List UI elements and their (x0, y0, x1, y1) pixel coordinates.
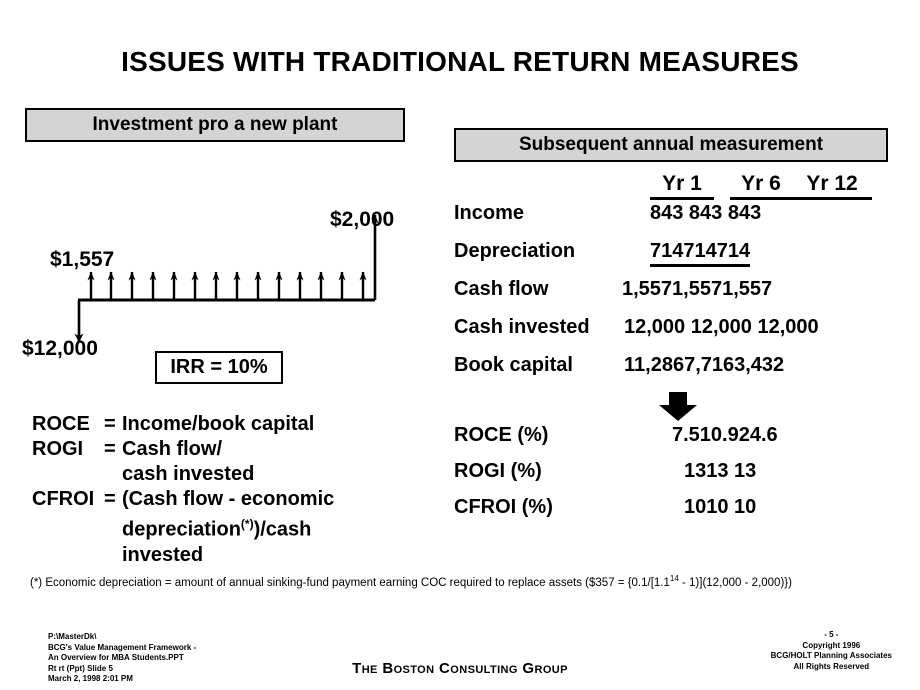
row-label-cash-invested: Cash invested (454, 316, 590, 338)
row-values-book-capital: 11,2867,7163,432 (624, 354, 785, 376)
table-row: Book capital 11,2867,7163,432 (454, 354, 904, 392)
measurement-table: Yr 1 Yr 6 Yr 12 Income 843 843 843 Depre… (454, 172, 904, 532)
row-values-depreciation: 714714714 (650, 240, 751, 267)
definition-text-rogi: Cash flow/ (122, 438, 223, 460)
definition-text-cfroi-line2: depreciation(*))/cash (122, 517, 312, 541)
row-label-roce: ROCE (%) (454, 424, 549, 446)
column-header-yr1: Yr 1 (650, 172, 714, 200)
inflow-arrows (87, 271, 367, 300)
row-label-income: Income (454, 202, 525, 224)
table-column-header-row: Yr 1 Yr 6 Yr 12 (454, 172, 904, 202)
row-label-book-capital: Book capital (454, 354, 573, 376)
footer-left-line: BCG's Value Management Framework - (48, 642, 197, 652)
footnote-prefix: (*) Economic depreciation = amount of an… (30, 576, 670, 589)
column-header-yr12: Yr 12 (792, 172, 872, 200)
definition-term-roce: ROCE (32, 413, 90, 435)
slide-canvas: ISSUES WITH TRADITIONAL RETURN MEASURES … (0, 0, 920, 690)
bcg-wordmark: The Boston Consulting Group (352, 660, 568, 677)
definition-row-rogi: ROGI = Cash flow/ (32, 437, 432, 462)
definition-text-rogi-line2: cash invested (122, 463, 255, 485)
table-row: CFROI (%) 1010 10 (454, 496, 904, 532)
left-panel-banner: Investment pro a new plant (25, 108, 405, 142)
footnote-suffix: - 1)](12,000 - 2,000)}) (678, 576, 792, 589)
footer-left-line: P:\MasterDk\ (48, 632, 97, 641)
row-values-income: 843 843 843 (650, 202, 762, 224)
row-label-rogi: ROGI (%) (454, 460, 542, 482)
table-row: Income 843 843 843 (454, 202, 904, 240)
table-row: Cash invested 12,000 12,000 12,000 (454, 316, 904, 354)
table-row: ROGI (%) 1313 13 (454, 460, 904, 496)
definition-text-cfroi: (Cash flow - economic (122, 488, 335, 510)
table-row: Depreciation 714714714 (454, 240, 904, 278)
right-panel-banner: Subsequent annual measurement (454, 128, 888, 162)
definition-row-cfroi: CFROI = (Cash flow - economic (32, 487, 432, 512)
return-measure-definitions: ROCE = Income/book capital ROGI = Cash f… (32, 412, 432, 568)
row-label-cfroi: CFROI (%) (454, 496, 553, 518)
table-row: ROCE (%) 7.510.924.6 (454, 424, 904, 460)
row-values-cash-flow: 1,5571,5571,557 (622, 278, 773, 300)
terminal-value-label: $2,000 (330, 208, 395, 231)
page-title: ISSUES WITH TRADITIONAL RETURN MEASURES (121, 46, 799, 77)
left-panel-banner-label: Investment pro a new plant (92, 114, 338, 135)
row-label-cash-flow: Cash flow (454, 278, 549, 300)
annual-cash-flow-label: $1,557 (50, 248, 115, 271)
definition-equals-cfroi: = (104, 488, 116, 510)
right-panel-banner-label: Subsequent annual measurement (518, 134, 824, 155)
definition-equals-rogi: = (104, 438, 116, 460)
table-row: Cash flow 1,5571,5571,557 (454, 278, 904, 316)
down-arrow-icon (659, 392, 697, 421)
definition-term-cfroi: CFROI (32, 488, 95, 510)
investment-outflow-label: $12,000 (22, 337, 98, 360)
column-header-yr6: Yr 6 (730, 172, 792, 200)
row-values-cfroi: 1010 10 (684, 496, 757, 518)
footer-right-line: Copyright 1996 (802, 640, 861, 650)
footnote: (*) Economic depreciation = amount of an… (30, 574, 792, 589)
row-label-depreciation: Depreciation (454, 240, 576, 262)
definition-text-cfroi-line3: invested (122, 543, 204, 566)
irr-box: IRR = 10% (155, 351, 283, 384)
definition-text-roce: Income/book capital (122, 413, 315, 435)
definition-equals-roce: = (104, 413, 116, 435)
definition-row-roce: ROCE = Income/book capital (32, 412, 432, 437)
row-values-roce: 7.510.924.6 (672, 424, 778, 446)
definition-term-rogi: ROGI (32, 438, 84, 460)
row-values-cash-invested: 12,000 12,000 12,000 (624, 316, 819, 338)
irr-box-label: IRR = 10% (170, 356, 268, 378)
table-divider (454, 392, 904, 424)
row-values-rogi: 1313 13 (684, 460, 757, 482)
footnote-exponent: 14 (669, 574, 679, 583)
footnote-marker-icon: (*) (240, 517, 254, 531)
slide-number: - 5 - (824, 630, 839, 639)
